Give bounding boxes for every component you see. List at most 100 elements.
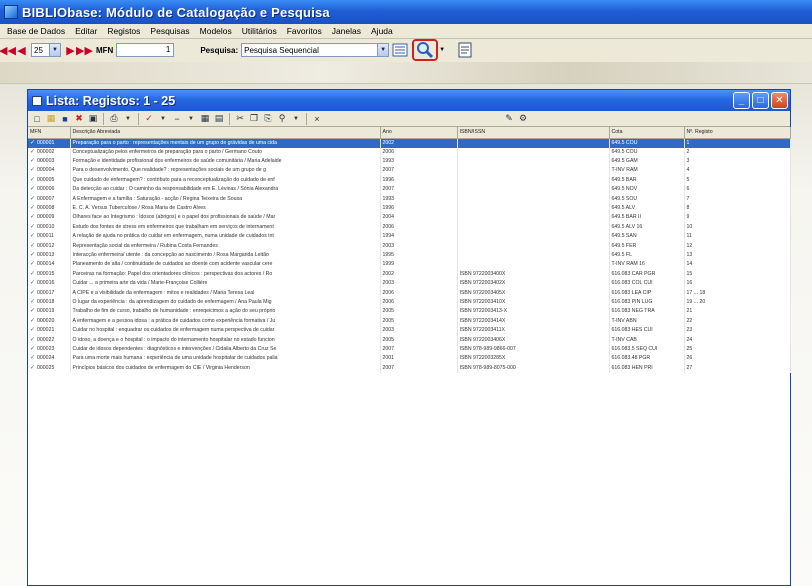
minimize-button[interactable]: _ xyxy=(733,92,750,109)
document-icon[interactable] xyxy=(456,41,474,59)
zoom-combo[interactable]: 25 ▼ xyxy=(31,43,61,57)
table-row[interactable]: ✓ 000022 O idoso, a doença e o hospital : … xyxy=(28,335,791,345)
column-header-cota[interactable]: Cota xyxy=(609,127,685,139)
open-folder-icon[interactable]: ▦ xyxy=(45,113,57,125)
table-row[interactable]: ✓ 000006 Da detecção ao cuidar : O caminho… xyxy=(28,185,791,195)
table-row[interactable]: ✓ 000003 Formação e identidade profissiona… xyxy=(28,156,791,167)
search-button[interactable] xyxy=(412,39,439,61)
cell-registo: 4 xyxy=(684,166,791,176)
cell-registo: 21 xyxy=(684,307,791,317)
last-record-icon[interactable]: ▶▶ xyxy=(76,43,93,57)
column-header-registo[interactable]: Nº. Registo xyxy=(684,127,791,139)
column-header-descricao[interactable]: Descrição Abreviada xyxy=(70,127,381,139)
cell-isbn: ISBN 9722003410X xyxy=(457,297,610,308)
minus-icon[interactable]: − xyxy=(171,113,183,125)
table-row[interactable]: ✓ 000024 Para uma morte mais humana : expe… xyxy=(28,354,791,364)
table-row[interactable]: ✓ 000009 Olhares face ao Integrismo : Idos… xyxy=(28,213,791,223)
menu-modelos[interactable]: Modelos xyxy=(195,26,237,36)
table-row[interactable]: ✓ 000016 Cuidar ... a primeira arte da vid… xyxy=(28,278,791,289)
menu-janelas[interactable]: Janelas xyxy=(327,26,366,36)
new-record-icon[interactable]: □ xyxy=(31,113,43,125)
menu-base-de-dados[interactable]: Base de Dados xyxy=(2,26,70,36)
table-row[interactable]: ✓ 000019 Trabalho de fim de curso, trabalh… xyxy=(28,307,791,317)
paste-icon[interactable]: ⎘ xyxy=(262,113,274,125)
table-icon[interactable]: ▤ xyxy=(213,113,225,125)
menu-editar[interactable]: Editar xyxy=(70,26,102,36)
table-row[interactable]: ✓ 000021 Cuidar no hospital : enquadrar os… xyxy=(28,325,791,336)
copy-icon[interactable]: ❐ xyxy=(248,113,260,125)
table-row[interactable]: ✓ 000012 Representação social da enfermeir… xyxy=(28,241,791,251)
checkmark-icon: ✓ xyxy=(30,139,36,146)
table-row[interactable]: ✓ 000023 Cuidar de idosos dependentes : di… xyxy=(28,344,791,355)
toolbar-divider xyxy=(306,112,307,125)
cell-ano: 2004 xyxy=(380,213,458,223)
cell-mfn: ✓ 000020 xyxy=(28,316,71,326)
list-window-title-bar[interactable]: Lista: Registos: 1 - 25 _ □ ✕ xyxy=(28,90,790,111)
menu-favoritos[interactable]: Favoritos xyxy=(282,26,327,36)
column-header-mfn[interactable]: MFN xyxy=(28,127,71,139)
cell-ano: 2003 xyxy=(380,278,458,289)
chevron-down-icon[interactable]: ▼ xyxy=(157,113,169,125)
table-row[interactable]: ✓ 000005 Que cuidado de enfermagem? : cont… xyxy=(28,175,791,186)
search-combo[interactable]: Pesquisa Sequencial ▼ xyxy=(241,43,390,57)
column-header-isbn[interactable]: ISBN/ISSN xyxy=(457,127,610,139)
table-row[interactable]: ✓ 000008 E. C. A. Versus Tuberculose / Ros… xyxy=(28,203,791,214)
chevron-down-icon[interactable]: ▼ xyxy=(122,113,134,125)
table-row[interactable]: ✓ 000017 A CIPE e a visibilidade da enferm… xyxy=(28,288,791,298)
check-icon[interactable]: ✓ xyxy=(143,113,155,125)
export-icon[interactable]: ✎ xyxy=(503,113,515,125)
app-title-bar: BIBLIObase: Módulo de Catalogação e Pesq… xyxy=(0,0,812,24)
table-row[interactable]: ✓ 000014 Planeamento de alta / continuidad… xyxy=(28,260,791,270)
first-record-icon[interactable]: ◀◀ xyxy=(0,43,16,57)
chevron-down-icon[interactable]: ▼ xyxy=(49,44,60,56)
cell-registo: 19 ... 20 xyxy=(684,297,791,308)
table-row[interactable]: ✓ 000002 Conceptualização pelos enfermeiro… xyxy=(28,147,791,157)
save-icon[interactable]: ■ xyxy=(59,113,71,125)
table-row[interactable]: ✓ 000013 Interacção enfermeira/ utente : d… xyxy=(28,250,791,261)
print-icon[interactable]: ⎙ xyxy=(108,113,120,125)
chevron-down-icon[interactable]: ▼ xyxy=(438,41,446,59)
cell-registo: 23 xyxy=(684,325,791,336)
chevron-down-icon[interactable]: ▼ xyxy=(377,44,389,56)
cell-cota: T-INV ABN xyxy=(609,316,685,326)
close-button[interactable]: ✕ xyxy=(771,92,788,109)
table-row[interactable]: ✓ 000018 O lugar da experiência : da apren… xyxy=(28,297,791,308)
list-view-icon[interactable] xyxy=(391,41,409,59)
table-row[interactable]: ✓ 000020 A enfermagem e a pessoa idosa : a… xyxy=(28,316,791,326)
column-header-ano[interactable]: Ano xyxy=(380,127,458,139)
maximize-button[interactable]: □ xyxy=(752,92,769,109)
tools-icon[interactable]: ⚙ xyxy=(517,113,529,125)
table-row[interactable]: ✓ 000007 A Enfermagem e a família : Satura… xyxy=(28,194,791,204)
delete-icon[interactable]: ✖ xyxy=(73,113,85,125)
cell-cota: 649.5 ALV 16 xyxy=(609,222,685,233)
chevron-down-icon[interactable]: ▼ xyxy=(185,113,197,125)
menu-registos[interactable]: Registos xyxy=(102,26,145,36)
cut-icon[interactable]: ✂ xyxy=(234,113,246,125)
previous-record-icon[interactable]: ◀ xyxy=(16,43,27,57)
table-row[interactable]: ✓ 000011 A relação de ajuda no prática do … xyxy=(28,232,791,242)
cell-descricao: Da detecção ao cuidar : O caminho da res… xyxy=(70,185,381,195)
menu-utilitarios[interactable]: Utilitários xyxy=(237,26,282,36)
table-row[interactable]: ✓ 000001 Preparação para o parto : represe… xyxy=(28,138,791,148)
window-controls: _ □ ✕ xyxy=(733,92,788,109)
table-row[interactable]: ✓ 000004 Para o desenvolvimento, Que reali… xyxy=(28,166,791,176)
table-row[interactable]: ✓ 000010 Estudo dos fontes de stress em en… xyxy=(28,222,791,233)
table-row[interactable]: ✓ 000015 Parceiras na formação: Papel dos … xyxy=(28,269,791,279)
next-record-icon[interactable]: ▶ xyxy=(65,43,76,57)
cell-ano: 1994 xyxy=(380,232,458,242)
stop-icon[interactable]: × xyxy=(311,113,323,125)
menu-pesquisas[interactable]: Pesquisas xyxy=(145,26,194,36)
menu-ajuda[interactable]: Ajuda xyxy=(366,26,398,36)
find-icon[interactable]: ⚲ xyxy=(276,113,288,125)
chevron-down-icon[interactable]: ▼ xyxy=(290,113,302,125)
grid-icon[interactable]: ▦ xyxy=(199,113,211,125)
cell-descricao: Preparação para o parto : representações… xyxy=(70,138,381,148)
cell-mfn: ✓ 000007 xyxy=(28,194,71,204)
cell-ano: 1993 xyxy=(380,194,458,204)
cell-registo: 1 xyxy=(684,138,791,148)
table-row[interactable]: ✓ 000025 Princípios básicos dos cuidados d… xyxy=(28,363,791,373)
properties-icon[interactable]: ▣ xyxy=(87,113,99,125)
toolbar-divider xyxy=(229,112,230,125)
cell-isbn: ISBN 9722003405X xyxy=(457,288,610,298)
mfn-input[interactable]: 1 xyxy=(116,43,175,57)
